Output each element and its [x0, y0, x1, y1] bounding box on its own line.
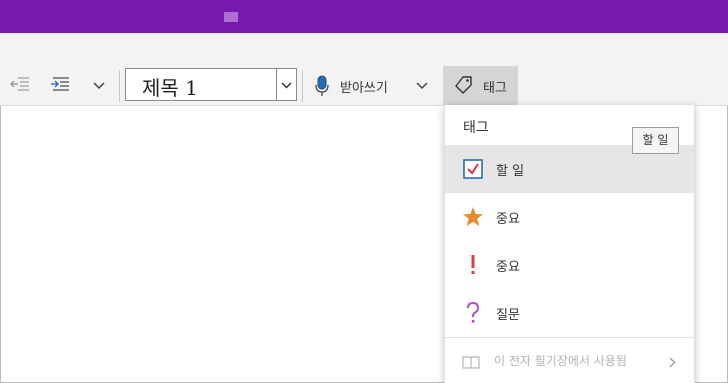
book-icon [462, 356, 480, 369]
menu-item-label: 할 일 [496, 164, 525, 179]
microphone-icon [315, 75, 329, 96]
chevron-down-icon [93, 82, 105, 90]
dictate-label: 받아쓰기 [340, 81, 388, 96]
checkbox-icon [463, 159, 483, 179]
star-icon [463, 207, 483, 226]
tag-menu-header: 태그 [463, 120, 489, 136]
exclamation-icon [471, 255, 475, 274]
style-dropdown-button[interactable] [276, 69, 296, 100]
menu-item-label: 중요 [496, 260, 520, 275]
app-marker-icon [224, 12, 238, 22]
menu-item-label: 중요 [496, 212, 520, 227]
paragraph-options-dropdown[interactable] [88, 76, 110, 96]
chevron-down-icon [416, 82, 428, 90]
style-selector[interactable]: 제목 1 [125, 68, 297, 101]
chevron-down-icon [281, 82, 292, 89]
ribbon-separator [119, 70, 120, 102]
chevron-right-icon [669, 357, 676, 368]
question-icon [467, 301, 480, 323]
menu-item-important-star[interactable]: 중요 [445, 193, 694, 241]
tag-icon [455, 76, 472, 94]
menu-item-question[interactable]: 질문 [445, 289, 694, 337]
increase-indent-icon [51, 77, 69, 91]
title-bar [0, 0, 728, 33]
tooltip: 할 일 [632, 127, 679, 154]
ribbon-separator [302, 70, 303, 102]
increase-indent-button[interactable] [47, 74, 73, 96]
decrease-indent-icon [10, 77, 29, 91]
menu-item-important-exclamation[interactable]: 중요 [445, 241, 694, 289]
menu-item-label: 질문 [496, 308, 520, 323]
dictate-dropdown-button[interactable] [410, 76, 434, 96]
used-in-notebook-label: 이 전자 필기장에서 사용됨 [494, 354, 627, 368]
decrease-indent-button[interactable] [7, 74, 33, 96]
tag-button[interactable]: 태그 [443, 66, 518, 105]
tag-button-label: 태그 [483, 81, 507, 96]
style-value: 제목 1 [142, 76, 198, 100]
